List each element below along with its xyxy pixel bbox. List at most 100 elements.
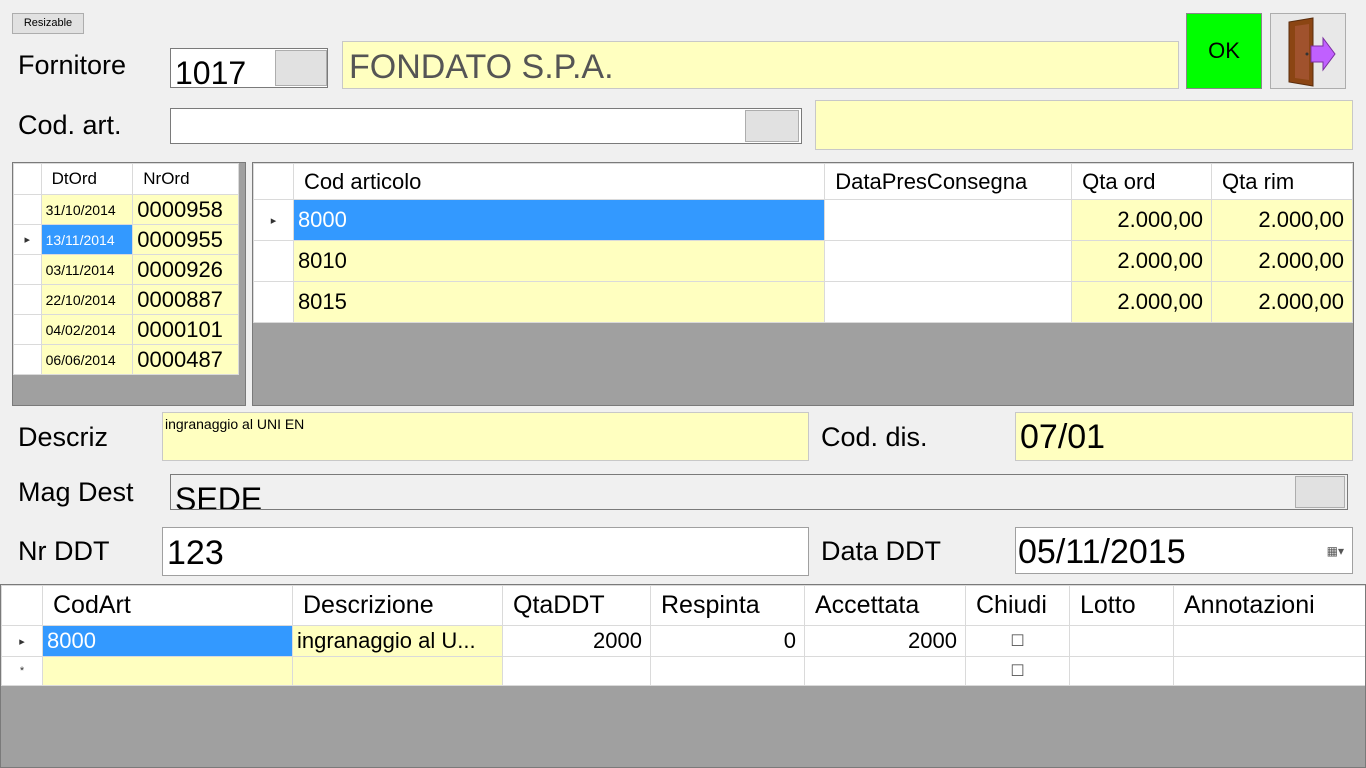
magdest-value: SEDE: [175, 481, 263, 510]
orders-cell-nr[interactable]: 0000958: [132, 194, 239, 225]
ddt-header-respinta[interactable]: Respinta: [650, 585, 805, 626]
ddt-cell-lotto[interactable]: [1069, 656, 1174, 686]
ddt-cell-codart[interactable]: [42, 656, 293, 686]
nrddt-field[interactable]: 123: [162, 527, 809, 576]
ddt-header-descrizione[interactable]: Descrizione: [292, 585, 503, 626]
orders-row[interactable]: 04/02/2014 0000101: [13, 314, 239, 345]
orders-row-header: [13, 254, 42, 285]
ddt-row[interactable]: ▸ 8000 ingranaggio al U... 2000 0 2000 ☐: [1, 625, 1365, 657]
articles-cell-data[interactable]: [824, 281, 1073, 323]
ddt-cell-respinta[interactable]: [650, 656, 805, 686]
orders-cell-dt[interactable]: 04/02/2014: [40, 314, 134, 345]
ddt-cell-chiudi-checkbox[interactable]: ☐: [965, 656, 1070, 686]
calendar-dropdown-icon[interactable]: ▦▾: [1327, 544, 1344, 558]
articles-row[interactable]: 8015 2.000,00 2.000,00: [253, 281, 1353, 323]
articles-cell-data[interactable]: [824, 240, 1073, 282]
articles-cell-cod[interactable]: 8015: [292, 281, 826, 323]
ddt-header-qtaddt[interactable]: QtaDDT: [502, 585, 651, 626]
articles-cell-data[interactable]: [824, 199, 1073, 241]
ddt-header-codart[interactable]: CodArt: [42, 585, 293, 626]
articles-row[interactable]: ▸ 8000 2.000,00 2.000,00: [253, 199, 1353, 241]
fornitore-name-value: FONDATO S.P.A.: [349, 48, 614, 86]
orders-grid[interactable]: DtOrd NrOrd 31/10/2014 0000958 ▸ 13/11/2…: [12, 162, 246, 406]
articles-row[interactable]: 8010 2.000,00 2.000,00: [253, 240, 1353, 282]
articles-header-cod[interactable]: Cod articolo: [292, 163, 826, 200]
dataddt-picker[interactable]: 05/11/2015 ▦▾: [1015, 527, 1353, 574]
descriz-field: ingranaggio al UNI EN: [162, 412, 809, 461]
articles-header-qtaord[interactable]: Qta ord: [1071, 163, 1213, 200]
ddt-cell-respinta[interactable]: 0: [650, 625, 805, 657]
ddt-cell-annotazioni[interactable]: [1173, 625, 1365, 657]
orders-cell-dt[interactable]: 13/11/2014: [40, 224, 134, 255]
ddt-cell-accettata[interactable]: 2000: [804, 625, 966, 657]
ddt-cell-qtaddt[interactable]: 2000: [502, 625, 651, 657]
orders-header-nrord[interactable]: NrOrd: [132, 163, 239, 195]
nrddt-value: 123: [167, 534, 224, 572]
orders-row-current-marker: ▸: [13, 224, 42, 255]
articles-cell-qtarim[interactable]: 2.000,00: [1211, 199, 1353, 241]
magdest-field[interactable]: SEDE: [170, 474, 1348, 510]
orders-row-header: [13, 314, 42, 345]
articles-cell-qtaord[interactable]: 2.000,00: [1071, 240, 1213, 282]
codart-field[interactable]: [170, 108, 802, 144]
ddt-cell-descrizione[interactable]: [292, 656, 503, 686]
orders-row[interactable]: 03/11/2014 0000926: [13, 254, 239, 285]
articles-cell-cod[interactable]: 8010: [292, 240, 826, 282]
codart-label: Cod. art.: [18, 110, 122, 140]
ddt-header-annotazioni[interactable]: Annotazioni: [1173, 585, 1365, 626]
ddt-row-marker: ▸: [1, 625, 43, 657]
codart-lookup-button[interactable]: [745, 110, 799, 142]
articles-row-current-marker: ▸: [253, 199, 294, 241]
articles-cell-cod[interactable]: 8000: [292, 199, 826, 241]
orders-cell-nr[interactable]: 0000926: [132, 254, 239, 285]
dataddt-value: 05/11/2015: [1018, 533, 1186, 571]
orders-cell-dt[interactable]: 31/10/2014: [40, 194, 134, 225]
orders-cell-nr[interactable]: 0000887: [132, 284, 239, 315]
orders-header-dtord[interactable]: DtOrd: [40, 163, 134, 195]
ddt-header-lotto[interactable]: Lotto: [1069, 585, 1174, 626]
ok-button[interactable]: OK: [1186, 13, 1262, 89]
articles-grid[interactable]: Cod articolo DataPresConsegna Qta ord Qt…: [252, 162, 1354, 406]
ddt-corner: [1, 585, 43, 626]
orders-row[interactable]: 31/10/2014 0000958: [13, 194, 239, 225]
articles-cell-qtarim[interactable]: 2.000,00: [1211, 240, 1353, 282]
ddt-cell-lotto[interactable]: [1069, 625, 1174, 657]
articles-header-data[interactable]: DataPresConsegna: [824, 163, 1073, 200]
articles-cell-qtaord[interactable]: 2.000,00: [1071, 199, 1213, 241]
resizable-button[interactable]: Resizable: [12, 13, 84, 34]
articles-cell-qtaord[interactable]: 2.000,00: [1071, 281, 1213, 323]
orders-cell-dt[interactable]: 06/06/2014: [40, 344, 134, 375]
orders-row-header: [13, 194, 42, 225]
fornitore-lookup-button[interactable]: [275, 50, 327, 86]
ddt-cell-descrizione[interactable]: ingranaggio al U...: [292, 625, 503, 657]
magdest-lookup-button[interactable]: [1295, 476, 1345, 508]
exit-door-icon: [1288, 17, 1336, 87]
orders-cell-nr[interactable]: 0000101: [132, 314, 239, 345]
orders-cell-dt[interactable]: 22/10/2014: [40, 284, 134, 315]
articles-row-header: [253, 281, 294, 323]
orders-row[interactable]: 22/10/2014 0000887: [13, 284, 239, 315]
orders-cell-nr[interactable]: 0000487: [132, 344, 239, 375]
ddt-cell-qtaddt[interactable]: [502, 656, 651, 686]
fornitore-code-field[interactable]: 1017: [170, 48, 328, 88]
ddt-header-chiudi[interactable]: Chiudi: [965, 585, 1070, 626]
articles-cell-qtarim[interactable]: 2.000,00: [1211, 281, 1353, 323]
coddis-value: 07/01: [1020, 418, 1106, 456]
ddt-grid[interactable]: CodArt Descrizione QtaDDT Respinta Accet…: [0, 584, 1366, 768]
ddt-cell-annotazioni[interactable]: [1173, 656, 1365, 686]
orders-row[interactable]: 06/06/2014 0000487: [13, 344, 239, 375]
exit-button[interactable]: [1270, 13, 1346, 89]
orders-cell-nr[interactable]: 0000955: [132, 224, 239, 255]
coddis-field: 07/01: [1015, 412, 1353, 461]
articles-header-qtarim[interactable]: Qta rim: [1211, 163, 1353, 200]
fornitore-name-field: FONDATO S.P.A.: [342, 41, 1179, 89]
ddt-cell-chiudi-checkbox[interactable]: ☐: [965, 625, 1070, 657]
ddt-cell-codart[interactable]: 8000: [42, 625, 293, 657]
fornitore-label: Fornitore: [18, 50, 127, 80]
ddt-header-accettata[interactable]: Accettata: [804, 585, 966, 626]
orders-cell-dt[interactable]: 03/11/2014: [40, 254, 134, 285]
ddt-cell-accettata[interactable]: [804, 656, 966, 686]
orders-row[interactable]: ▸ 13/11/2014 0000955: [13, 224, 239, 255]
ddt-row-new[interactable]: * ☐: [1, 656, 1365, 686]
orders-corner: [13, 163, 42, 195]
